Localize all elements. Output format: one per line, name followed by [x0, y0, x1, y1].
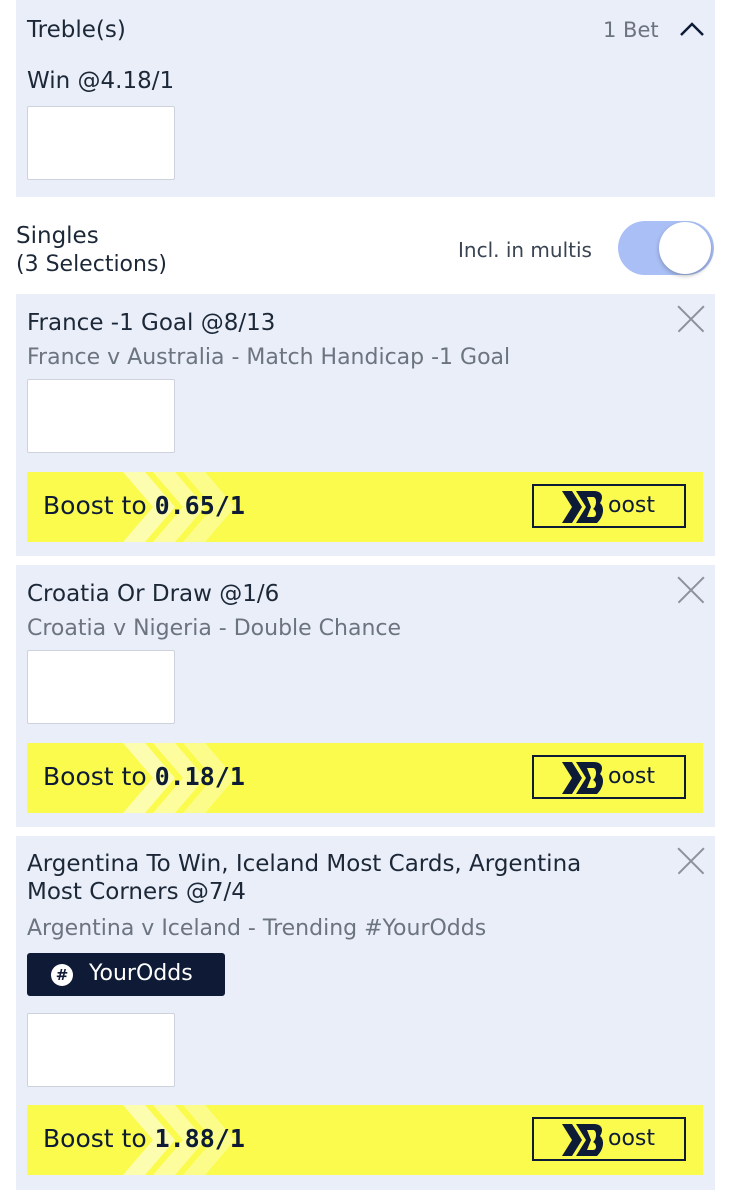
selection-title-line1: Argentina To Win, Iceland Most Cards, Ar… [27, 851, 582, 877]
incl-multis-toggle[interactable] [618, 221, 714, 275]
boost-button-label: oost [608, 493, 656, 518]
selection-market: Croatia v Nigeria - Double Chance [27, 616, 402, 641]
singles-title: Singles [16, 223, 99, 249]
selection-title: France -1 Goal @8/13 [27, 310, 276, 336]
close-icon[interactable] [677, 576, 705, 604]
boost-button[interactable]: oost [532, 1117, 686, 1161]
boost-button-label: oost [608, 764, 656, 789]
yourodds-label: YourOdds [89, 961, 193, 986]
toggle-knob [659, 222, 711, 274]
yourodds-badge[interactable]: # YourOdds [27, 953, 225, 996]
boost-bar: Boost to 0.65/1 oost [27, 472, 703, 542]
boost-prefix: Boost to [43, 1124, 155, 1153]
boost-text: Boost to 0.18/1 [43, 762, 245, 791]
selection-title: Croatia Or Draw @1/6 [27, 581, 280, 607]
close-icon[interactable] [677, 847, 705, 875]
treble-title: Treble(s) [27, 17, 126, 43]
boost-prefix: Boost to [43, 762, 155, 791]
treble-win-label: Win @4.18/1 [27, 68, 175, 94]
singles-count: (3 Selections) [16, 252, 168, 277]
boost-b-logo-icon [562, 1124, 604, 1156]
boost-prefix: Boost to [43, 491, 155, 520]
boost-odds: 1.88/1 [154, 1124, 245, 1153]
boost-button[interactable]: oost [532, 484, 686, 528]
incl-multis-label: Incl. in multis [458, 238, 592, 262]
boost-b-logo-icon [562, 762, 604, 794]
selection-market: France v Australia - Match Handicap -1 G… [27, 345, 511, 370]
selection-market: Argentina v Iceland - Trending #YourOdds [27, 916, 487, 941]
selection-stake-input[interactable] [27, 379, 175, 453]
treble-stake-input[interactable] [27, 106, 175, 180]
selection-title-line2: Most Corners @7/4 [27, 879, 246, 905]
boost-text: Boost to 0.65/1 [43, 491, 245, 520]
boost-odds: 0.65/1 [154, 491, 245, 520]
boost-text: Boost to 1.88/1 [43, 1124, 245, 1153]
bet-count: 1 Bet [603, 18, 659, 42]
boost-bar: Boost to 1.88/1 oost [27, 1105, 703, 1175]
boost-button[interactable]: oost [532, 755, 686, 799]
boost-button-label: oost [608, 1126, 656, 1151]
hashtag-icon: # [51, 964, 73, 986]
boost-odds: 0.18/1 [154, 762, 245, 791]
selection-stake-input[interactable] [27, 650, 175, 724]
close-icon[interactable] [677, 305, 705, 333]
boost-bar: Boost to 0.18/1 oost [27, 743, 703, 813]
boost-b-logo-icon [562, 491, 604, 523]
selection-stake-input[interactable] [27, 1013, 175, 1087]
chevron-up-icon[interactable] [679, 20, 705, 38]
